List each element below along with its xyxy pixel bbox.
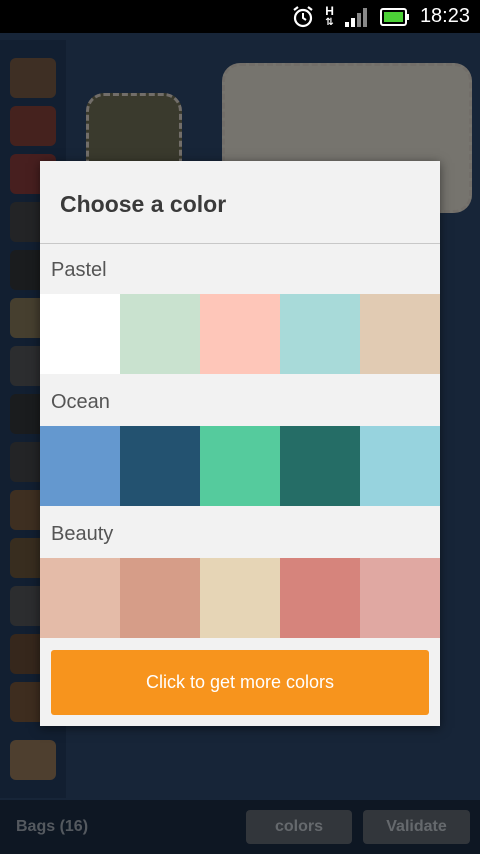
data-transfer-icon: H ⇅ <box>325 3 334 28</box>
color-swatch[interactable] <box>360 558 440 638</box>
dialog-title: Choose a color <box>60 191 227 217</box>
color-swatch[interactable] <box>40 558 120 638</box>
battery-icon <box>379 7 410 26</box>
swatch-row-pastel <box>40 294 440 374</box>
title-divider <box>40 243 440 244</box>
status-bar: H ⇅ 18:23 <box>0 0 480 33</box>
more-colors-button[interactable]: Click to get more colors <box>51 650 429 715</box>
alarm-icon <box>291 5 315 29</box>
color-swatch[interactable] <box>120 294 200 374</box>
color-swatch[interactable] <box>280 426 360 506</box>
color-swatch[interactable] <box>360 294 440 374</box>
network-type-label: H <box>325 3 334 18</box>
swatch-row-ocean <box>40 426 440 506</box>
group-label-beauty: Beauty <box>51 523 114 545</box>
color-swatch[interactable] <box>200 294 280 374</box>
color-swatch[interactable] <box>200 426 280 506</box>
group-label-ocean: Ocean <box>51 391 110 413</box>
color-swatch[interactable] <box>40 294 120 374</box>
color-swatch[interactable] <box>280 558 360 638</box>
color-swatch[interactable] <box>360 426 440 506</box>
color-swatch[interactable] <box>40 426 120 506</box>
color-swatch[interactable] <box>200 558 280 638</box>
status-time: 18:23 <box>419 5 470 27</box>
color-swatch[interactable] <box>120 426 200 506</box>
group-label-pastel: Pastel <box>51 259 107 281</box>
color-swatch[interactable] <box>120 558 200 638</box>
color-swatch[interactable] <box>280 294 360 374</box>
color-picker-dialog: Choose a color Pastel Ocean Beauty Click… <box>40 161 440 726</box>
swatch-row-beauty <box>40 558 440 638</box>
signal-icon <box>344 6 370 28</box>
